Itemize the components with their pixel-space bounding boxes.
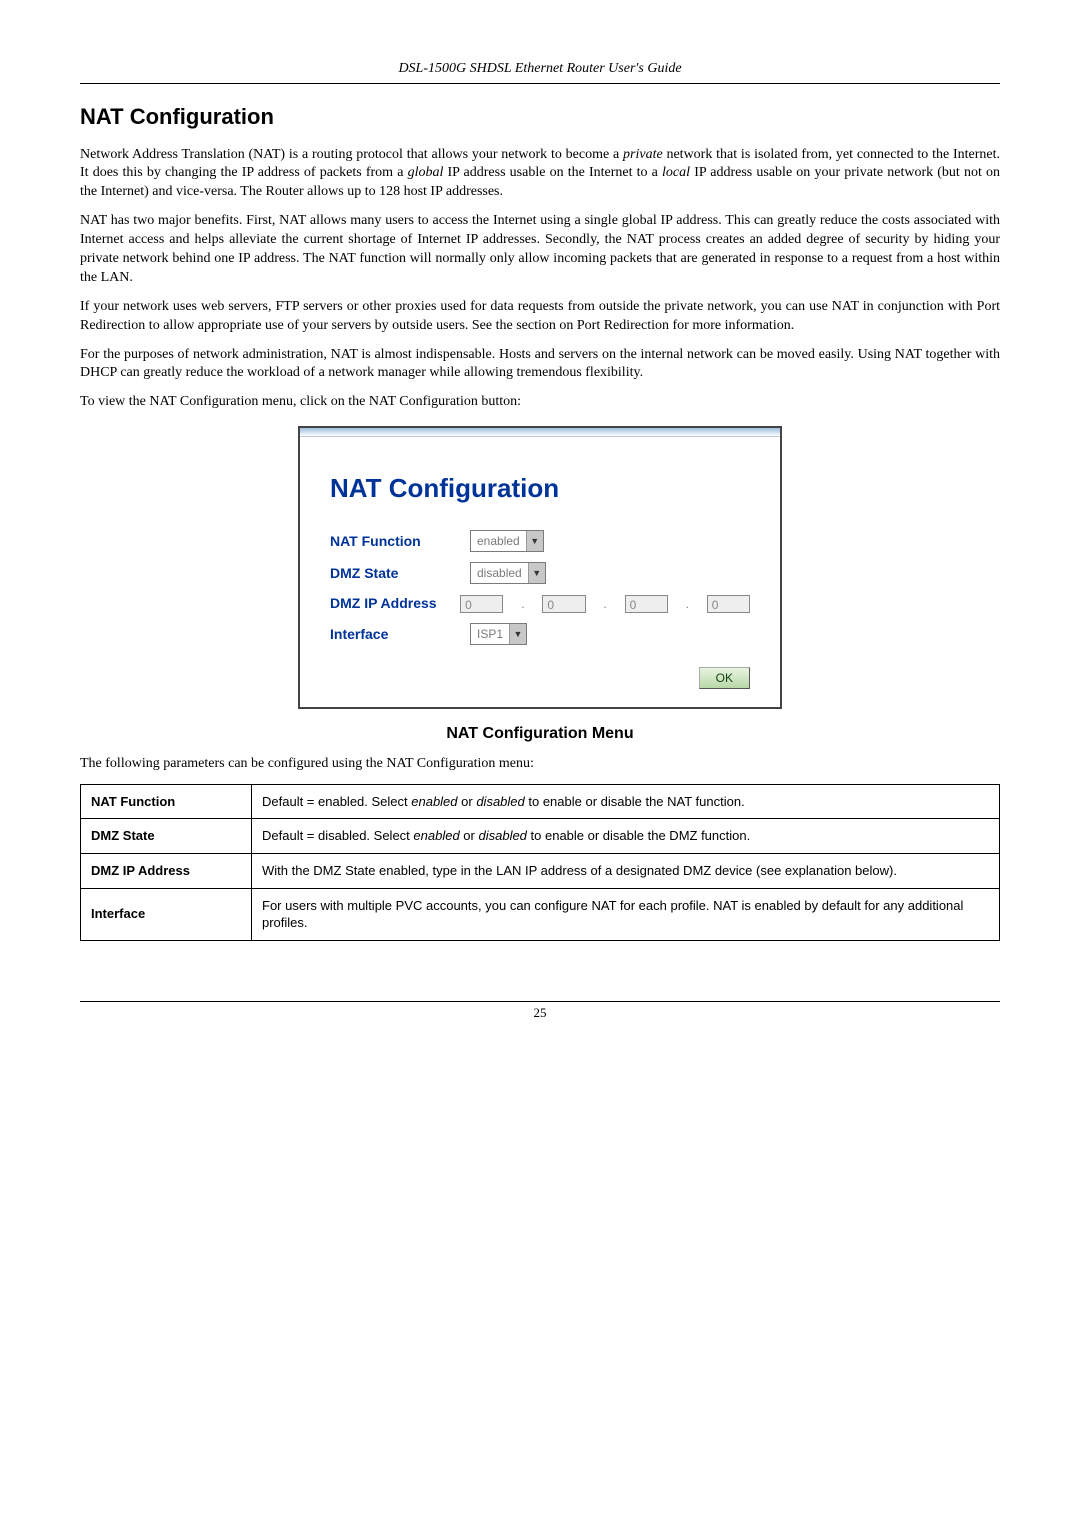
r1-a: Default = enabled. Select (262, 794, 411, 809)
table-row: DMZ IP Address With the DMZ State enable… (81, 854, 1000, 889)
nat-config-figure: NAT Configuration NAT Function enabled ▼… (298, 426, 782, 709)
r1-b: enabled (411, 794, 457, 809)
param-name-dmz-state: DMZ State (81, 819, 252, 854)
chevron-down-icon: ▼ (526, 531, 543, 551)
param-desc-dmz-state: Default = disabled. Select enabled or di… (252, 819, 1000, 854)
dmz-ip-octet-4[interactable]: 0 (707, 595, 750, 613)
p1-e: IP address usable on the Internet to a (443, 165, 662, 180)
param-desc-interface: For users with multiple PVC accounts, yo… (252, 888, 1000, 940)
nat-function-value: enabled (471, 533, 526, 549)
figure-container: NAT Configuration NAT Function enabled ▼… (80, 426, 1000, 709)
dot-2: . (604, 596, 607, 612)
ok-button[interactable]: OK (699, 667, 750, 689)
table-row: DMZ State Default = disabled. Select ena… (81, 819, 1000, 854)
interface-label: Interface (330, 625, 458, 644)
nat-function-select[interactable]: enabled ▼ (470, 530, 544, 552)
p1-a: Network Address Translation (NAT) is a r… (80, 147, 623, 162)
row-nat-function: NAT Function enabled ▼ (330, 530, 750, 552)
r1-c: or (458, 794, 477, 809)
r2-c: or (460, 828, 479, 843)
r2-a: Default = disabled. Select (262, 828, 413, 843)
p1-d: global (408, 165, 444, 180)
row-interface: Interface ISP1 ▼ (330, 623, 750, 645)
r2-d: disabled (478, 828, 526, 843)
page-number: 25 (80, 1002, 1000, 1022)
r1-e: to enable or disable the NAT function. (525, 794, 745, 809)
dmz-ip-octet-3[interactable]: 0 (625, 595, 668, 613)
parameter-table: NAT Function Default = enabled. Select e… (80, 784, 1000, 941)
row-dmz-ip: DMZ IP Address 0. 0. 0. 0 (330, 594, 750, 613)
dmz-state-label: DMZ State (330, 564, 458, 583)
interface-value: ISP1 (471, 626, 509, 642)
dmz-ip-octet-1[interactable]: 0 (460, 595, 503, 613)
chevron-down-icon: ▼ (509, 624, 526, 644)
r2-b: enabled (413, 828, 459, 843)
param-desc-nat-function: Default = enabled. Select enabled or dis… (252, 784, 1000, 819)
dmz-ip-octet-2[interactable]: 0 (542, 595, 585, 613)
paragraph-1: Network Address Translation (NAT) is a r… (80, 146, 1000, 203)
interface-select[interactable]: ISP1 ▼ (470, 623, 527, 645)
r2-e: to enable or disable the DMZ function. (527, 828, 750, 843)
p1-f: local (662, 165, 690, 180)
table-row: Interface For users with multiple PVC ac… (81, 888, 1000, 940)
figure-caption: NAT Configuration Menu (80, 723, 1000, 745)
row-dmz-state: DMZ State disabled ▼ (330, 562, 750, 584)
running-header: DSL-1500G SHDSL Ethernet Router User's G… (80, 60, 1000, 84)
paragraph-3: If your network uses web servers, FTP se… (80, 298, 1000, 336)
dmz-ip-label: DMZ IP Address (330, 594, 448, 613)
param-name-dmz-ip: DMZ IP Address (81, 854, 252, 889)
dot-3: . (686, 596, 689, 612)
p1-b: private (623, 147, 663, 162)
dot-1: . (521, 596, 524, 612)
param-name-interface: Interface (81, 888, 252, 940)
section-title: NAT Configuration (80, 102, 1000, 132)
dmz-state-value: disabled (471, 565, 528, 581)
nat-function-label: NAT Function (330, 532, 458, 551)
dmz-state-select[interactable]: disabled ▼ (470, 562, 546, 584)
table-row: NAT Function Default = enabled. Select e… (81, 784, 1000, 819)
chevron-down-icon: ▼ (528, 563, 545, 583)
paragraph-2: NAT has two major benefits. First, NAT a… (80, 212, 1000, 288)
figure-top-bar (300, 428, 780, 437)
paragraph-5: To view the NAT Configuration menu, clic… (80, 393, 1000, 412)
paragraph-6: The following parameters can be configur… (80, 755, 1000, 774)
figure-title: NAT Configuration (330, 471, 750, 506)
param-desc-dmz-ip: With the DMZ State enabled, type in the … (252, 854, 1000, 889)
r1-d: disabled (476, 794, 524, 809)
param-name-nat-function: NAT Function (81, 784, 252, 819)
paragraph-4: For the purposes of network administrati… (80, 346, 1000, 384)
